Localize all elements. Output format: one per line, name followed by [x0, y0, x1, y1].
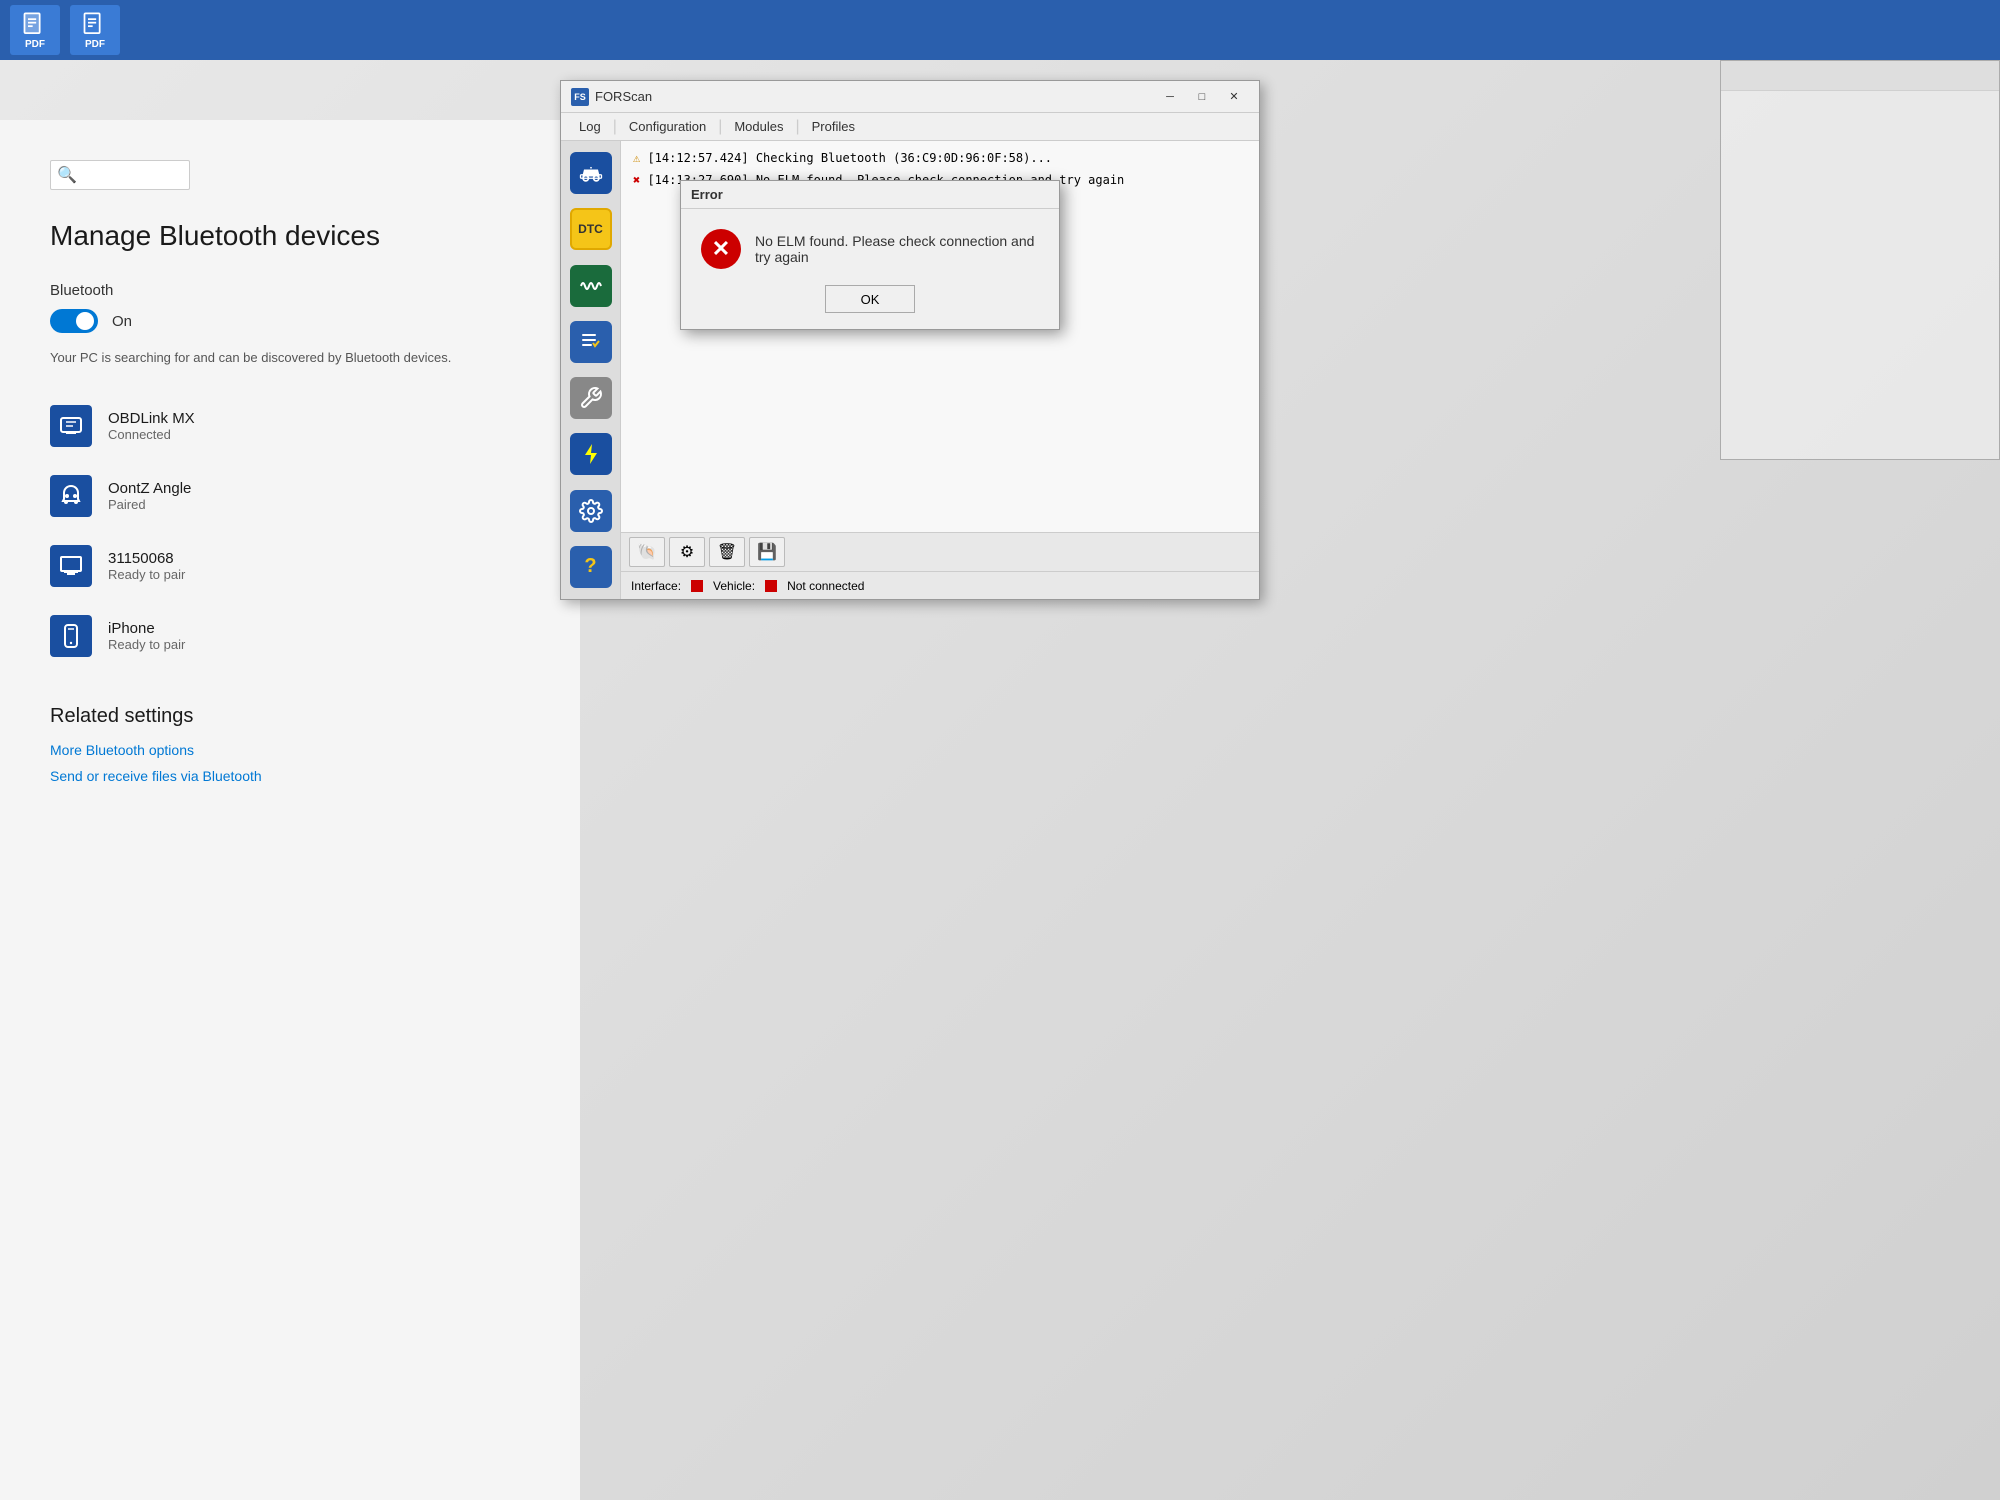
device-info-obdlink: OBDLink MX Connected	[108, 410, 195, 442]
vehicle-label: Vehicle:	[713, 579, 755, 593]
bluetooth-toggle[interactable]	[50, 309, 98, 333]
device-icon-obdlink	[50, 405, 92, 447]
close-button[interactable]: ✕	[1219, 87, 1249, 107]
forscan-statusbar: Interface: Vehicle: Not connected	[621, 571, 1259, 599]
not-connected-text: Not connected	[787, 579, 864, 593]
interface-label: Interface:	[631, 579, 681, 593]
device-name-oontz: OontZ Angle	[108, 480, 191, 497]
interface-status-dot	[691, 580, 703, 592]
search-input[interactable]	[81, 168, 183, 182]
pdf-label-1: PDF	[25, 39, 45, 50]
menu-log[interactable]: Log	[569, 117, 611, 136]
device-info-oontz: OontZ Angle Paired	[108, 480, 191, 512]
toolbar-shell-btn[interactable]: 🐚	[629, 537, 665, 567]
sidebar-car-btn[interactable]	[564, 147, 618, 199]
log-entry-1: ⚠ [14:12:57.424] Checking Bluetooth (36:…	[633, 149, 1247, 167]
related-settings-title: Related settings	[50, 705, 530, 728]
taskbar: PDF PDF	[0, 0, 2000, 60]
dialog-message: No ELM found. Please check connection an…	[755, 233, 1039, 265]
device-item-31150068[interactable]: 31150068 Ready to pair	[50, 537, 530, 595]
device-status-obdlink: Connected	[108, 427, 195, 442]
forscan-sidebar: DTC	[561, 141, 621, 599]
toolbar-save-btn[interactable]: 💾	[749, 537, 785, 567]
device-item-obdlink[interactable]: OBDLink MX Connected	[50, 397, 530, 455]
log-warn-icon: ⚠	[633, 151, 647, 165]
forscan-toolbar: 🐚 ⚙ 🗑 💾	[621, 532, 1259, 571]
device-status-iphone: Ready to pair	[108, 637, 185, 652]
related-settings: Related settings More Bluetooth options …	[50, 705, 530, 784]
dialog-body: ✕ No ELM found. Please check connection …	[681, 209, 1059, 329]
sidebar-bolt-btn[interactable]	[564, 428, 618, 480]
settings-icon	[570, 490, 612, 532]
error-icon: ✕	[701, 229, 741, 269]
sidebar-dtc-btn[interactable]: DTC	[564, 203, 618, 255]
page-title: Manage Bluetooth devices	[50, 220, 530, 252]
device-name-iphone: iPhone	[108, 620, 185, 637]
dtc-icon: DTC	[570, 208, 612, 250]
search-box[interactable]: 🔍	[50, 160, 190, 190]
search-icon: 🔍	[57, 165, 77, 185]
device-icon-oontz	[50, 475, 92, 517]
device-icon-iphone	[50, 615, 92, 657]
sidebar-wave-btn[interactable]	[564, 260, 618, 312]
device-info-31150068: 31150068 Ready to pair	[108, 550, 185, 582]
forscan-window: FS FORScan ─ □ ✕ Log | Configuration | M…	[560, 80, 1260, 600]
window-controls: ─ □ ✕	[1155, 87, 1249, 107]
bluetooth-state: On	[112, 313, 132, 330]
bluetooth-settings-window: 🔍 Manage Bluetooth devices Bluetooth On …	[0, 120, 580, 1500]
forscan-titlebar: FS FORScan ─ □ ✕	[561, 81, 1259, 113]
desktop: 🔍 Manage Bluetooth devices Bluetooth On …	[0, 60, 2000, 1500]
car-icon	[570, 152, 612, 194]
bluetooth-description: Your PC is searching for and can be disc…	[50, 349, 530, 367]
device-list: OBDLink MX Connected OontZ Angle Paired	[50, 397, 530, 665]
toolbar-settings-btn[interactable]: ⚙	[669, 537, 705, 567]
dialog-title: Error	[691, 187, 723, 202]
bolt-icon	[570, 433, 612, 475]
forscan-title-text: FORScan	[595, 89, 652, 104]
dialog-titlebar: Error	[681, 181, 1059, 209]
sidebar-wrench-btn[interactable]	[564, 372, 618, 424]
menu-profiles[interactable]: Profiles	[802, 117, 865, 136]
pdf-icon-2[interactable]: PDF	[70, 5, 120, 55]
sidebar-check-btn[interactable]	[564, 316, 618, 368]
menu-modules[interactable]: Modules	[724, 117, 793, 136]
sidebar-help-btn[interactable]: ?	[564, 541, 618, 593]
error-dialog: Error ✕ No ELM found. Please check conne…	[680, 180, 1060, 330]
vehicle-status-dot	[765, 580, 777, 592]
forscan-app-icon: FS	[571, 88, 589, 106]
dialog-message-row: ✕ No ELM found. Please check connection …	[701, 229, 1039, 269]
background-window	[1720, 60, 2000, 460]
log-error-icon: ✖	[633, 173, 647, 187]
checklist-icon	[570, 321, 612, 363]
send-receive-files-link[interactable]: Send or receive files via Bluetooth	[50, 768, 530, 784]
wave-icon	[570, 265, 612, 307]
pdf-label-2: PDF	[85, 39, 105, 50]
help-icon: ?	[570, 546, 612, 588]
bluetooth-toggle-row: On	[50, 309, 530, 333]
forscan-menubar: Log | Configuration | Modules | Profiles	[561, 113, 1259, 141]
more-bluetooth-options-link[interactable]: More Bluetooth options	[50, 742, 530, 758]
minimize-button[interactable]: ─	[1155, 87, 1185, 107]
device-item-iphone[interactable]: iPhone Ready to pair	[50, 607, 530, 665]
bluetooth-label: Bluetooth	[50, 282, 530, 299]
sidebar-gear-btn[interactable]	[564, 485, 618, 537]
device-name-31150068: 31150068	[108, 550, 185, 567]
device-name-obdlink: OBDLink MX	[108, 410, 195, 427]
device-status-31150068: Ready to pair	[108, 567, 185, 582]
pdf-icon-1[interactable]: PDF	[10, 5, 60, 55]
device-item-oontz[interactable]: OontZ Angle Paired	[50, 467, 530, 525]
wrench-icon	[570, 377, 612, 419]
device-status-oontz: Paired	[108, 497, 191, 512]
device-icon-31150068	[50, 545, 92, 587]
toolbar-delete-btn[interactable]: 🗑	[709, 537, 745, 567]
forscan-title-area: FS FORScan	[571, 88, 652, 106]
maximize-button[interactable]: □	[1187, 87, 1217, 107]
dialog-ok-button[interactable]: OK	[825, 285, 915, 313]
menu-configuration[interactable]: Configuration	[619, 117, 716, 136]
device-info-iphone: iPhone Ready to pair	[108, 620, 185, 652]
